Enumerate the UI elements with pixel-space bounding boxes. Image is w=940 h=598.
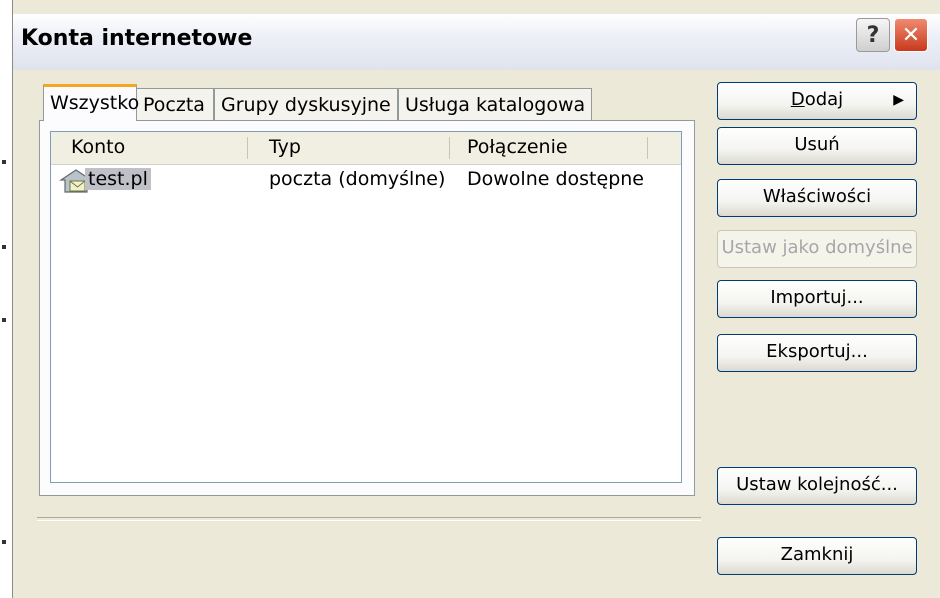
account-type: poczta (domyślne)	[269, 168, 446, 190]
column-separator[interactable]	[247, 137, 248, 159]
account-name: test.pl	[85, 168, 151, 190]
submenu-arrow-icon: ▶	[893, 92, 904, 108]
help-button[interactable]: ?	[856, 18, 890, 52]
column-separator[interactable]	[449, 137, 450, 159]
export-button[interactable]: Eksportuj...	[717, 334, 917, 372]
close-window-button[interactable]: ✕	[894, 18, 928, 52]
column-header-konto[interactable]: Konto	[71, 136, 125, 158]
background-mark	[2, 318, 6, 322]
close-icon: ✕	[901, 22, 921, 48]
properties-button[interactable]: Właściwości	[717, 179, 917, 217]
window-title: Konta internetowe	[21, 26, 253, 51]
dialog-body: Wszystko Poczta Grupy dyskusyjne Usługa …	[13, 70, 940, 598]
internet-accounts-dialog: Konta internetowe ? ✕ Wszystko Poczta Gr…	[12, 0, 940, 598]
set-order-button[interactable]: Ustaw kolejność...	[717, 467, 917, 505]
tab-wszystko[interactable]: Wszystko	[43, 84, 139, 121]
list-item[interactable]: test.pl poczta (domyślne) Dowolne dostęp…	[51, 166, 681, 196]
column-header-typ[interactable]: Typ	[269, 136, 301, 158]
accounts-list[interactable]: Konto Typ Połączenie test.pl poczta (dom…	[50, 131, 682, 483]
tab-poczta[interactable]: Poczta	[136, 88, 214, 120]
column-separator[interactable]	[647, 137, 648, 159]
add-accesskey: D	[790, 89, 805, 110]
separator-line	[37, 517, 701, 521]
background-document-strip	[0, 0, 12, 598]
account-connection: Dowolne dostępne	[467, 168, 644, 190]
background-mark	[2, 540, 6, 544]
close-button[interactable]: Zamknij	[717, 537, 917, 575]
remove-button[interactable]: Usuń	[717, 127, 917, 165]
column-header-polaczenie[interactable]: Połączenie	[467, 136, 568, 158]
tab-grupy-dyskusyjne[interactable]: Grupy dyskusyjne	[214, 88, 398, 120]
help-icon: ?	[866, 22, 880, 48]
add-label: odaj	[804, 89, 844, 110]
background-mark	[2, 245, 6, 249]
import-button[interactable]: Importuj...	[717, 280, 917, 318]
list-header: Konto Typ Połączenie	[51, 132, 681, 165]
tab-panel: Konto Typ Połączenie test.pl poczta (dom…	[39, 120, 695, 496]
background-mark	[2, 160, 6, 164]
add-button[interactable]: Dodaj ▶	[717, 82, 917, 120]
set-default-button[interactable]: Ustaw jako domyślne	[717, 230, 917, 268]
tab-usluga-katalogowa[interactable]: Usługa katalogowa	[398, 88, 592, 120]
